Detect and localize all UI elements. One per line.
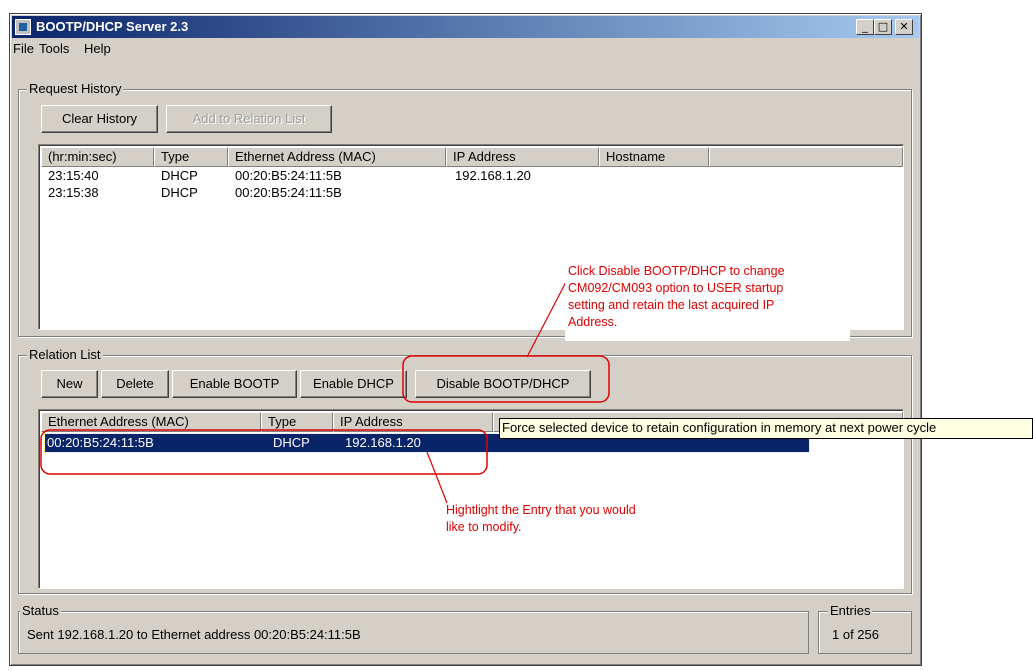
highlight-note-line: like to modify.	[446, 520, 522, 534]
highlight-note: Hightlight the Entry that you would like…	[446, 502, 636, 536]
disable-note-box: Click Disable BOOTP/DHCP to change CM092…	[565, 261, 850, 341]
disable-note-line: Click Disable BOOTP/DHCP to change	[568, 264, 785, 278]
disable-button-tooltip: Force selected device to retain configur…	[499, 418, 1033, 439]
disable-note-line: Address.	[568, 315, 618, 329]
disable-button-highlight	[402, 355, 610, 403]
disable-note-line: CM092/CM093 option to USER startup	[568, 281, 784, 295]
annotation-overlay	[40, 279, 610, 504]
disable-note-line: setting and retain the last acquired IP	[568, 298, 775, 312]
selected-row-highlight	[40, 429, 488, 475]
disable-callout-line	[526, 279, 568, 358]
highlight-note-line: Hightlight the Entry that you would	[446, 503, 636, 517]
highlight-callout-line	[426, 451, 448, 504]
